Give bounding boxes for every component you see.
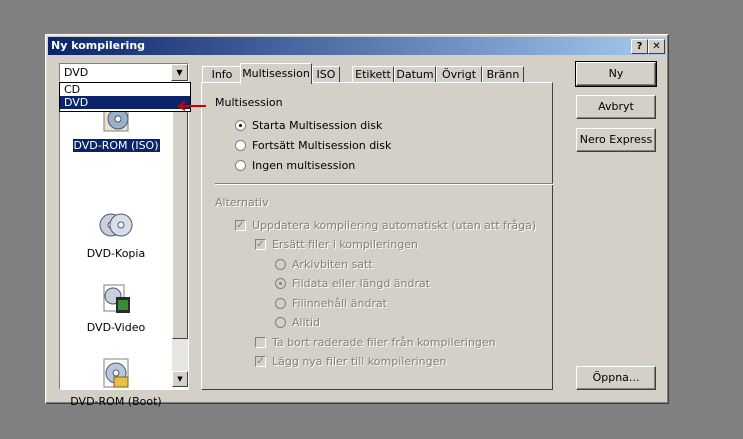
separator <box>215 183 553 185</box>
radio-content-changed[interactable] <box>275 298 286 309</box>
list-item-dvd-kopia[interactable]: DVD-Kopia <box>60 209 172 260</box>
alternativ-group-label: Alternativ <box>215 196 269 209</box>
multisession-panel: Multisession Starta Multisession disk Fo… <box>201 82 553 390</box>
radio-no-multisession-label[interactable]: Ingen multisession <box>252 159 355 172</box>
remove-deleted-label: Ta bort raderade filer från kompileringe… <box>272 336 496 349</box>
radio-no-multisession[interactable] <box>235 160 246 171</box>
dvd-rom-boot-icon <box>103 358 129 388</box>
radio-always[interactable] <box>275 317 286 328</box>
radio-content-changed-label: Filinnehåll ändrat <box>292 297 387 310</box>
radio-archive-bit-label: Arkivbiten satt <box>292 258 373 271</box>
tab-ovrigt[interactable]: Övrigt <box>436 66 482 83</box>
cancel-button[interactable]: Avbryt <box>576 95 656 119</box>
new-button[interactable]: Ny <box>575 61 657 87</box>
tab-iso[interactable]: ISO <box>312 66 340 83</box>
media-type-dropdown[interactable]: CD DVD <box>59 82 191 112</box>
media-type-combobox[interactable]: DVD ▼ <box>59 63 189 82</box>
annotation-arrow-icon <box>177 101 206 111</box>
tab-brann[interactable]: Bränn <box>482 66 524 83</box>
scroll-down-icon[interactable]: ▼ <box>172 371 188 387</box>
scroll-thumb[interactable] <box>172 99 188 339</box>
window-title: Ny kompilering <box>51 39 146 52</box>
replace-files-checkbox[interactable]: ✓ <box>255 239 266 250</box>
remove-deleted-checkbox[interactable]: ✓ <box>255 337 266 348</box>
open-button[interactable]: Öppna... <box>576 366 656 390</box>
new-compilation-dialog: Ny kompilering ? ✕ DVD ▼ DVD-ROM (ISO) D… <box>45 34 669 408</box>
tab-multisession[interactable]: Multisession <box>240 63 312 84</box>
list-item-label: DVD-ROM (ISO) <box>71 138 161 153</box>
list-scrollbar[interactable]: ▲ ▼ <box>172 83 188 387</box>
list-item-label: DVD-Kopia <box>86 247 146 260</box>
nero-express-button[interactable]: Nero Express <box>576 128 656 152</box>
dropdown-option-cd[interactable]: CD <box>60 83 190 96</box>
compilation-type-list[interactable]: DVD-ROM (ISO) DVD-Kopia DVD-Video DVD-RO… <box>59 82 189 408</box>
radio-continue-multisession[interactable] <box>235 140 246 151</box>
auto-update-checkbox[interactable]: ✓ <box>235 220 246 231</box>
help-button[interactable]: ? <box>631 39 648 54</box>
radio-archive-bit[interactable] <box>275 259 286 270</box>
auto-update-label: Uppdatera kompilering automatiskt (utan … <box>252 219 537 232</box>
replace-files-label: Ersätt filer i kompileringen <box>272 238 418 251</box>
add-new-label: Lägg nya filer till kompileringen <box>272 355 447 368</box>
dropdown-option-dvd[interactable]: DVD <box>60 96 190 109</box>
radio-start-multisession[interactable] <box>235 120 246 131</box>
radio-continue-multisession-label[interactable]: Fortsätt Multisession disk <box>252 139 391 152</box>
radio-filedata-changed-label: Fildata eller längd ändrat <box>292 277 431 290</box>
multisession-group-label: Multisession <box>215 96 283 109</box>
list-item-dvd-rom-boot[interactable]: DVD-ROM (Boot) <box>60 357 172 408</box>
dvd-copy-icon <box>99 213 133 237</box>
list-item-dvd-video[interactable]: DVD-Video <box>60 283 172 334</box>
list-item-label: DVD-Video <box>86 321 146 334</box>
radio-start-multisession-label[interactable]: Starta Multisession disk <box>252 119 382 132</box>
media-type-value: DVD <box>64 66 89 79</box>
add-new-checkbox[interactable]: ✓ <box>255 356 266 367</box>
tab-datum[interactable]: Datum <box>394 66 436 83</box>
tab-etikett[interactable]: Etikett <box>352 66 394 83</box>
tab-info[interactable]: Info <box>202 66 242 83</box>
close-button[interactable]: ✕ <box>648 39 665 54</box>
radio-always-label: Alltid <box>292 316 320 329</box>
radio-filedata-changed[interactable] <box>275 278 286 289</box>
list-item-label: DVD-ROM (Boot) <box>70 395 162 408</box>
dvd-video-icon <box>103 284 130 313</box>
chevron-down-icon[interactable]: ▼ <box>171 64 188 81</box>
title-bar: Ny kompilering ? ✕ <box>48 37 666 55</box>
